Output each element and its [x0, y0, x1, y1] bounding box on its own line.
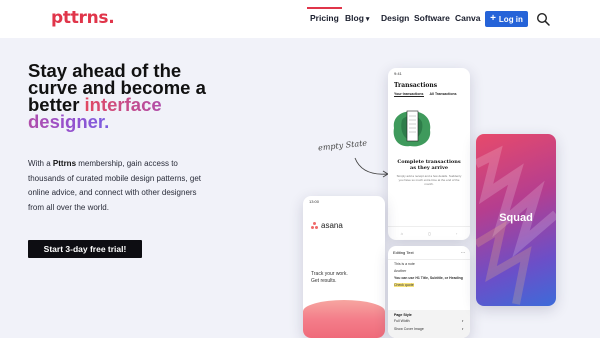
toggle-icon[interactable]: ◐ [462, 319, 464, 323]
free-trial-button[interactable]: Start 3-day free trial! [28, 240, 142, 258]
squad-wordmark: Squad [499, 212, 533, 224]
page-style-sheet: Page Style Full Width ◐ Show Cover Image ◐ [388, 310, 470, 338]
sheet-row-label: Show Cover Image [394, 327, 424, 331]
curved-arrow-icon [354, 157, 389, 178]
asana-tagline: Track your work. Get results. [311, 271, 348, 285]
login-button[interactable]: + Log in [485, 11, 528, 27]
sheet-row-label: Full Width [394, 319, 410, 323]
screen-title: Transactions [394, 82, 438, 89]
asana-logo: asana [303, 207, 385, 230]
asana-tagline-line1: Track your work. [311, 271, 348, 277]
nav-software[interactable]: Software [414, 13, 450, 23]
receipt-icon[interactable]: ▯ [428, 231, 430, 236]
search-icon[interactable] [536, 12, 550, 26]
home-icon[interactable]: ⌂ [401, 231, 403, 236]
tab-all-transactions[interactable]: All Transactions [430, 92, 457, 97]
nav-blog[interactable]: Blog ▾ [345, 13, 369, 23]
status-time: 9:41 [394, 71, 402, 76]
editor-line[interactable]: You can use H1 Title, Subtitle, or Headi… [388, 274, 470, 281]
editor-line[interactable]: This is a note [388, 260, 470, 267]
phone-editor-screen: Editing Text ⋯ This is a note Another Yo… [388, 246, 470, 338]
status-time: 13:00 [309, 199, 320, 204]
pttrns-logo[interactable]: pttrns. [51, 8, 115, 28]
asana-tagline-line2: Get results. [311, 278, 337, 284]
profile-icon[interactable]: ◦ [456, 231, 457, 236]
plus-icon: + [490, 13, 496, 24]
login-button-label: Log in [498, 14, 523, 24]
phone-transactions-screen: 9:41 Transactions Your transactions All … [388, 68, 470, 240]
empty-state-heading: Complete transactions as they arrive [397, 159, 461, 171]
hero-description: With a Pttrns membership, gain access to… [28, 157, 208, 215]
sheet-row[interactable]: Show Cover Image ◐ [394, 325, 464, 333]
editor-line[interactable]: Another [388, 267, 470, 274]
hero-headline: Stay ahead of the curve and become a bet… [28, 61, 228, 131]
back-link[interactable]: Editing Text [393, 250, 414, 255]
bottom-tab-bar: ⌂ ▯ ◦ [388, 226, 470, 240]
highlighted-quote: Check quote [394, 282, 414, 287]
asana-wordmark: asana [321, 221, 343, 230]
asana-dots-icon [311, 222, 318, 229]
phone-asana-screen: 13:00 asana Track your work. Get results… [303, 196, 385, 338]
empty-state-subtext: Simply add a receipt and a few details. … [396, 174, 462, 186]
sheet-row[interactable]: Full Width ◐ [394, 317, 464, 325]
empty-state-illustration [393, 110, 431, 147]
nav-blog-label: Blog [345, 13, 364, 23]
nav-canva[interactable]: Canva [455, 13, 481, 23]
editor-line[interactable]: Check quote [388, 281, 470, 288]
transaction-tabs: Your transactions All Transactions [388, 89, 470, 100]
more-icon[interactable]: ⋯ [461, 250, 465, 255]
nav-design[interactable]: Design [381, 13, 409, 23]
nav-pricing[interactable]: Pricing [307, 7, 342, 23]
chevron-down-icon: ▾ [365, 16, 370, 23]
editor-toolbar: Editing Text ⋯ [388, 246, 470, 260]
toggle-icon[interactable]: ◐ [462, 327, 464, 331]
decorative-wave [303, 300, 385, 338]
tab-your-transactions[interactable]: Your transactions [394, 92, 424, 97]
desc-prefix: With a [28, 159, 51, 168]
top-navigation-bar: pttrns. Pricing Blog ▾ Design Software Ca… [0, 0, 600, 38]
phone-squad-screen: Squad [476, 134, 556, 306]
desc-brand: Pttrns [52, 159, 77, 168]
